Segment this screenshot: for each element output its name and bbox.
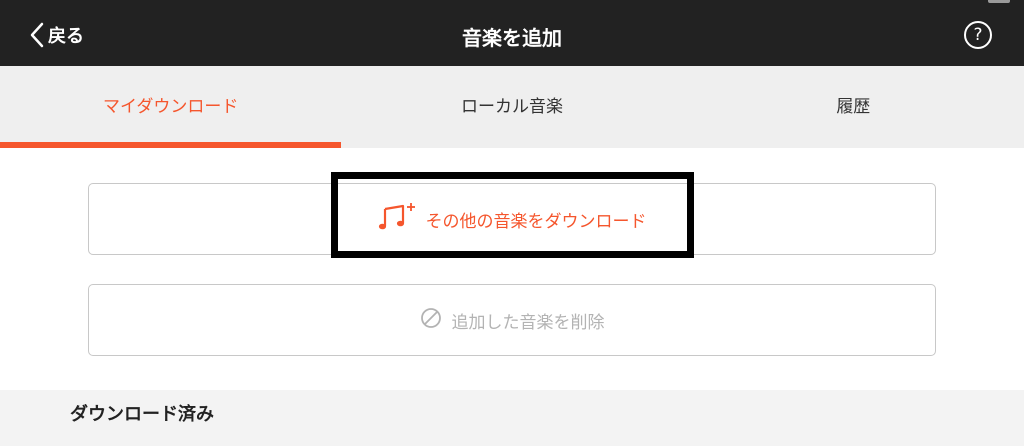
- download-more-music-button[interactable]: その他の音楽をダウンロード: [88, 183, 936, 255]
- tab-my-downloads[interactable]: マイダウンロード: [0, 66, 342, 148]
- section-title: ダウンロード済み: [70, 404, 214, 425]
- tab-label: ローカル音楽: [460, 96, 563, 117]
- page-title: 音楽を追加: [462, 26, 562, 50]
- navigation-bar: 戻る 音楽を追加 ?: [0, 0, 1024, 66]
- music-note-plus-icon: [378, 202, 416, 236]
- question-mark-icon: ?: [973, 25, 983, 45]
- downloaded-section-header: ダウンロード済み: [0, 390, 1024, 446]
- tab-history[interactable]: 履歴: [683, 66, 1024, 148]
- add-music-screen: 戻る 音楽を追加 ? マイダウンロード ローカル音楽 履歴 その他の音楽をダウン…: [0, 0, 1024, 446]
- tab-local-music[interactable]: ローカル音楽: [341, 66, 682, 148]
- delete-added-label: 追加した音楽を削除: [451, 312, 605, 333]
- prohibited-icon: [420, 307, 442, 333]
- help-button[interactable]: ?: [964, 21, 992, 49]
- delete-added-music-button[interactable]: 追加した音楽を削除: [88, 284, 936, 356]
- tab-bar: マイダウンロード ローカル音楽 履歴: [0, 66, 1024, 148]
- tab-label: 履歴: [836, 96, 871, 117]
- content-area: その他の音楽をダウンロード 追加した音楽を削除: [0, 148, 1024, 390]
- download-more-label: その他の音楽をダウンロード: [425, 211, 647, 232]
- status-indicator: [988, 0, 1010, 3]
- tab-label: マイダウンロード: [103, 96, 239, 117]
